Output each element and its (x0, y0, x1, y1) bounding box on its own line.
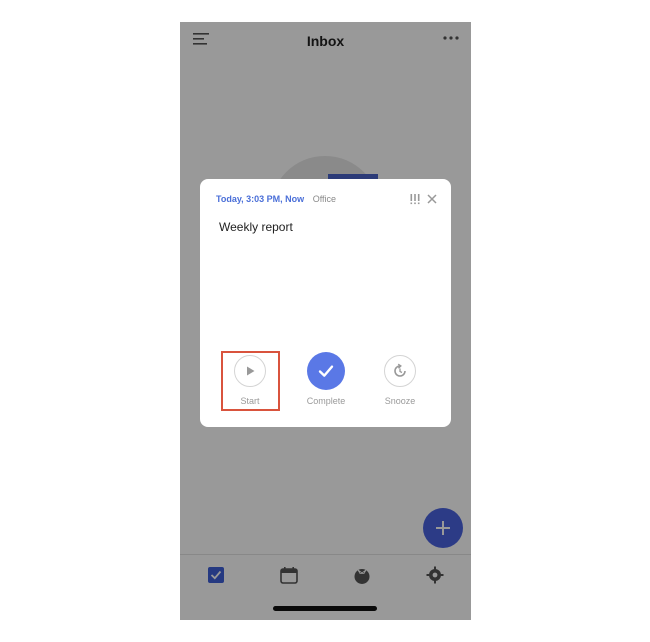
start-button[interactable]: Start (220, 355, 280, 406)
snooze-label: Snooze (384, 396, 416, 406)
task-date[interactable]: Today, 3:03 PM, Now (216, 194, 304, 204)
complete-circle (307, 352, 345, 390)
checkmark-icon (318, 365, 334, 377)
complete-button[interactable]: Complete (296, 352, 356, 406)
play-icon (247, 366, 255, 376)
snooze-icon (394, 363, 406, 377)
priority-icon[interactable] (409, 193, 421, 205)
task-meta: Today, 3:03 PM, Now Office (216, 194, 336, 204)
task-project[interactable]: Office (313, 194, 336, 204)
start-label: Start (240, 396, 260, 406)
task-title[interactable]: Weekly report (219, 220, 293, 234)
close-icon[interactable] (427, 194, 437, 204)
phone-screen: Inbox Today, 3:03 PM, Now Office Weekly … (180, 22, 471, 620)
complete-label: Complete (306, 396, 346, 406)
start-circle (234, 355, 266, 387)
task-detail-dialog: Today, 3:03 PM, Now Office Weekly report… (200, 179, 451, 427)
snooze-circle (384, 355, 416, 387)
snooze-button[interactable]: Snooze (370, 355, 430, 406)
task-actions: Start Complete Snooze (200, 352, 451, 415)
